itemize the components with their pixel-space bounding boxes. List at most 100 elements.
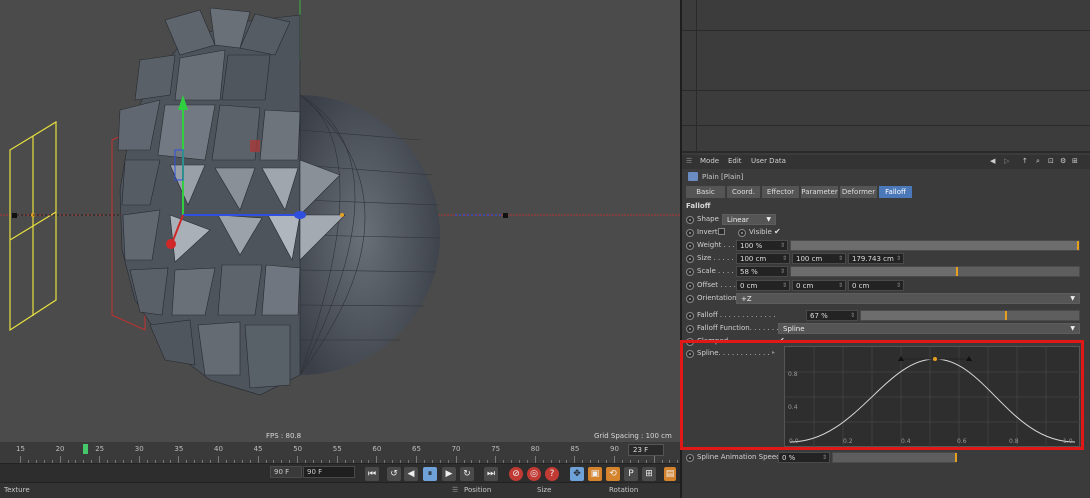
ruler-tick (518, 460, 520, 463)
tab-basic[interactable]: Basic (686, 186, 726, 198)
pause-button[interactable]: ⏸ (423, 467, 437, 481)
offset-x-field[interactable]: 0 cm ⇕ (736, 280, 790, 291)
prop-falloff-function: Falloff Function. . . . . . . Spline ▼ (684, 323, 1084, 335)
visible-checkbox[interactable]: ✔ (774, 227, 781, 236)
menu-mode[interactable]: Mode (700, 157, 719, 165)
ruler-tick (669, 460, 671, 463)
keyframe-selection-button[interactable]: ? (545, 467, 559, 481)
animate-radio-icon[interactable] (686, 229, 694, 237)
weight-slider[interactable] (790, 240, 1080, 251)
offset-z-field[interactable]: 0 cm ⇕ (848, 280, 904, 291)
lock-icon[interactable]: ⊡ (1048, 157, 1054, 165)
size-z-value: 179.743 cm (852, 255, 894, 263)
next-key-button[interactable]: ↻ (460, 467, 474, 481)
animate-radio-icon[interactable] (686, 268, 694, 276)
animate-radio-icon[interactable] (686, 216, 694, 224)
size-y-field[interactable]: 100 cm ⇕ (792, 253, 846, 264)
scale-label: Scale . . . . . (697, 267, 739, 275)
orientation-label: Orientation (697, 294, 737, 302)
animate-radio-icon[interactable] (686, 295, 694, 303)
tab-coord[interactable]: Coord. (727, 186, 761, 198)
weight-field[interactable]: 100 % ⇕ (736, 240, 788, 251)
current-frame-field[interactable]: 23 F (628, 444, 664, 456)
timeline[interactable]: 15 20 25 30 35 40 45 50 55 60 65 70 75 80 85 90 23 F 90 … (0, 442, 695, 482)
orientation-dropdown[interactable]: +Z ▼ (736, 293, 1080, 304)
ruler-tick (305, 460, 307, 463)
animate-radio-icon[interactable] (686, 255, 694, 263)
scale-field[interactable]: 58 % ⇕ (736, 266, 788, 277)
falloff-field[interactable]: 67 % ⇕ (806, 310, 858, 321)
ruler-tick (455, 456, 457, 463)
ruler-tick (328, 460, 330, 463)
animate-radio-icon[interactable] (686, 282, 694, 290)
tab-effector[interactable]: Effector (762, 186, 800, 198)
ruler-tick (122, 460, 124, 463)
size-x-value: 100 cm (740, 255, 767, 263)
scale-key-button[interactable]: ▣ (588, 467, 602, 481)
max-frame-field[interactable]: 90 F (303, 466, 355, 478)
animate-radio-icon[interactable] (686, 325, 694, 333)
plain-effector-icon (688, 172, 698, 181)
object-title-row: Plain [Plain] (682, 170, 1090, 184)
ruler-tick (146, 460, 148, 463)
ruler-tick-label: 15 (16, 445, 25, 453)
up-arrow-icon[interactable]: ↑ (1022, 157, 1028, 165)
forward-arrow-icon[interactable]: ▷ (1004, 157, 1009, 165)
next-frame-button[interactable]: ▶ (442, 467, 456, 481)
menu-edit[interactable]: Edit (728, 157, 742, 165)
size-z-field[interactable]: 179.743 cm ⇕ (848, 253, 904, 264)
spline-speed-label: Spline Animation Speed (697, 453, 781, 461)
ruler-tick (313, 460, 315, 463)
record-button[interactable]: ⊘ (509, 467, 523, 481)
playhead[interactable] (83, 444, 89, 454)
ruler-tick (503, 460, 505, 463)
tab-deformer[interactable]: Deformer (840, 186, 878, 198)
ruler-tick (130, 460, 132, 463)
offset-y-field[interactable]: 0 cm ⇕ (792, 280, 846, 291)
prev-key-button[interactable]: ↺ (387, 467, 401, 481)
scheme-button[interactable]: ▤ (664, 467, 676, 481)
animate-radio-icon[interactable] (686, 312, 694, 320)
menu-user-data[interactable]: User Data (751, 157, 786, 165)
preview-end-field[interactable]: 90 F (270, 466, 302, 478)
search-icon[interactable]: ⌕ (1036, 157, 1040, 166)
ruler-tick (566, 460, 568, 463)
animate-radio-icon[interactable] (686, 454, 694, 462)
back-arrow-icon[interactable]: ◀ (990, 157, 995, 165)
param-key-button[interactable]: P (624, 467, 638, 481)
scale-slider[interactable] (790, 266, 1080, 277)
size-x-field[interactable]: 100 cm ⇕ (736, 253, 790, 264)
rotate-key-button[interactable]: ⟲ (606, 467, 620, 481)
invert-checkbox[interactable] (718, 228, 725, 235)
ruler-tick (550, 460, 552, 463)
material-coord-bar: Texture ☰ Position Size Rotation (0, 482, 680, 498)
tab-falloff[interactable]: Falloff (879, 186, 913, 198)
shape-value: Linear (727, 216, 749, 224)
menu-icon[interactable]: ☰ (452, 486, 458, 494)
autokey-button[interactable]: ◎ (527, 467, 541, 481)
go-to-start-button[interactable]: ⏮ (365, 467, 379, 481)
ruler-tick (20, 456, 21, 463)
settings-icon[interactable]: ⚙ (1060, 157, 1066, 165)
ruler-tick (368, 460, 370, 463)
falloff-function-dropdown[interactable]: Spline ▼ (778, 323, 1080, 334)
menu-handle-icon[interactable]: ☰ (686, 157, 692, 165)
viewport-3d[interactable]: FPS : 80.8 Grid Spacing : 100 cm (0, 0, 680, 442)
ruler-tick (170, 460, 172, 463)
animate-radio-icon[interactable] (738, 229, 746, 237)
object-manager-area (682, 0, 1090, 153)
timeline-ruler[interactable]: 15 20 25 30 35 40 45 50 55 60 65 70 75 80 85 90 23 F (0, 442, 695, 464)
go-to-end-button[interactable]: ⏭ (484, 467, 498, 481)
spline-speed-slider[interactable] (832, 452, 957, 463)
prev-frame-button[interactable]: ◀ (404, 467, 418, 481)
spline-speed-field[interactable]: 0 % ⇕ (778, 452, 830, 463)
pla-key-button[interactable]: ⊞ (642, 467, 656, 481)
move-key-button[interactable]: ✥ (570, 467, 584, 481)
falloff-slider[interactable] (860, 310, 1080, 321)
new-panel-icon[interactable]: ⊞ (1072, 157, 1078, 165)
tab-parameter[interactable]: Parameter (801, 186, 839, 198)
ruler-tick (479, 460, 481, 463)
animate-radio-icon[interactable] (686, 242, 694, 250)
attributes-menubar: ☰ Mode Edit User Data ◀ ▷ ↑ ⌕ ⊡ ⚙ ⊞ (682, 155, 1090, 169)
shape-dropdown[interactable]: Linear ▼ (722, 214, 776, 225)
